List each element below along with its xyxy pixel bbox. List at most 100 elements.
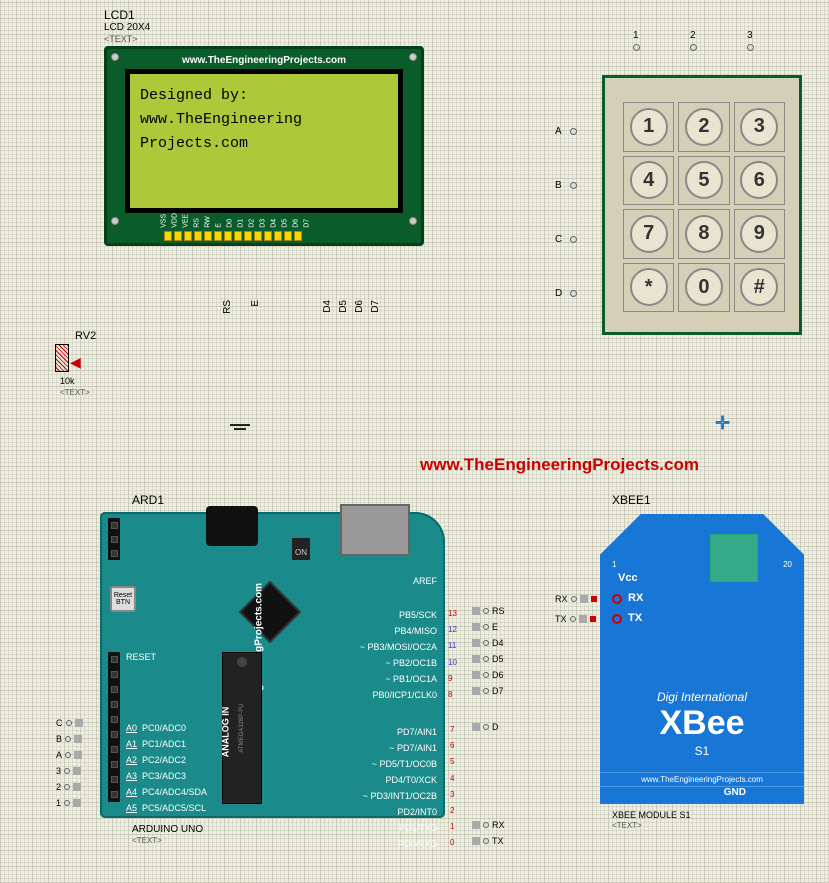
arduino-reset-button[interactable]: Reset BTN — [110, 586, 136, 612]
keypad-key-4[interactable]: 4 — [630, 161, 668, 199]
lcd-brand-url: www.TheEngineeringProjects.com — [182, 55, 346, 66]
rv2-id: RV2 — [75, 330, 96, 342]
cursor-crosshair-icon: ✛ — [715, 413, 730, 434]
rv2-wiper-icon: ◀ — [70, 354, 81, 371]
net-label-d7: D7 — [472, 686, 504, 696]
arduino-aref-label: AREF — [413, 576, 437, 586]
keypad-terminal — [570, 128, 577, 135]
keypad-terminal — [690, 44, 697, 51]
keypad-col-3: 3 — [747, 30, 753, 41]
lcd-line-3: www.TheEngineering — [140, 108, 388, 132]
lcd-line-4: Projects.com — [140, 132, 388, 156]
keypad-key-1[interactable]: 1 — [630, 108, 668, 146]
xbee-vcc-label: Vcc — [618, 572, 638, 584]
keypad-terminal — [570, 290, 577, 297]
wire-label-d6: D6 — [354, 300, 365, 313]
net-label-e: E — [472, 622, 498, 632]
arduino-usb-port — [340, 504, 410, 556]
xbee-text-attr: <TEXT> — [612, 821, 642, 830]
net-label-1: 1 — [56, 798, 81, 808]
keypad-key-star[interactable]: * — [630, 268, 668, 306]
lcd-pin-labels: VSS VDD VEE RS RW E D0 D1 D2 D3 D4 D5 D6… — [160, 213, 311, 228]
lcd-model: LCD 20X4 — [104, 22, 150, 33]
xbee-module[interactable]: 1 20 Vcc RX TX Digi International XBee S… — [600, 514, 804, 804]
arduino-model: ARDUINO UNO — [132, 824, 203, 835]
keypad-key-hash[interactable]: # — [740, 268, 778, 306]
net-label-xbee-rx: RX — [555, 594, 597, 604]
net-label-2: 2 — [56, 782, 81, 792]
arduino-text-attr: <TEXT> — [132, 836, 162, 845]
rv2-text-attr: <TEXT> — [60, 388, 90, 397]
keypad-module[interactable]: 1 2 3 4 5 6 7 8 9 * 0 # — [602, 75, 802, 335]
arduino-analog-pins: A0 PC0/ADC0 A1 PC1/ADC1 A2 PC2/ADC2 A3 P… — [126, 720, 207, 816]
keypad-terminal — [747, 44, 754, 51]
net-label-a: A — [56, 750, 82, 760]
xbee-pin-20: 20 — [783, 560, 792, 569]
arduino-header-left — [108, 652, 120, 802]
arduino-reset-pin-label: RESET — [126, 652, 156, 662]
keypad-key-6[interactable]: 6 — [740, 161, 778, 199]
ground-symbol — [230, 424, 250, 438]
xbee-tx-pin — [612, 614, 622, 624]
xbee-brand-url: www.TheEngineeringProjects.com — [600, 772, 804, 787]
rv2-potentiometer[interactable] — [55, 344, 69, 372]
lcd-module[interactable]: www.TheEngineeringProjects.com Designed … — [104, 46, 424, 246]
arduino-on-led: ON — [292, 538, 310, 560]
arduino-board[interactable]: Reset BTN ON www.TheEngineeringProjects.… — [100, 512, 445, 818]
keypad-terminal — [570, 236, 577, 243]
screw-hole — [111, 217, 119, 225]
net-label-d5: D5 — [472, 654, 504, 664]
arduino-crystal — [239, 581, 301, 643]
arduino-id: ARD1 — [132, 493, 164, 507]
net-label-3: 3 — [56, 766, 81, 776]
keypad-terminal — [570, 182, 577, 189]
keypad-key-9[interactable]: 9 — [740, 215, 778, 253]
keypad-key-0[interactable]: 0 — [685, 268, 723, 306]
xbee-model: XBEE MODULE S1 — [612, 810, 691, 820]
keypad-key-7[interactable]: 7 — [630, 215, 668, 253]
xbee-tx-label: TX — [628, 612, 642, 624]
keypad-row-a: A — [555, 126, 562, 137]
arduino-header-top-left — [108, 518, 120, 560]
xbee-series: S1 — [600, 744, 804, 758]
net-label-xbee-tx: TX — [555, 614, 596, 624]
keypad-key-3[interactable]: 3 — [740, 108, 778, 146]
net-label-rs: RS — [472, 606, 505, 616]
wire-label-d4: D4 — [322, 300, 333, 313]
net-label-rx: RX — [472, 820, 505, 830]
net-label-d: D — [472, 722, 499, 732]
lcd-id: LCD1 — [104, 8, 135, 22]
arduino-digital-pins-top: PB5/SCK PB4/MISO ~ PB3/MOSI/OC2A ~ PB2/O… — [360, 607, 437, 703]
screw-hole — [111, 53, 119, 61]
keypad-row-b: B — [555, 180, 562, 191]
keypad-key-8[interactable]: 8 — [685, 215, 723, 253]
keypad-key-5[interactable]: 5 — [685, 161, 723, 199]
keypad-row-d: D — [555, 288, 562, 299]
wire-label-rs: RS — [222, 300, 233, 314]
xbee-id: XBEE1 — [612, 493, 651, 507]
keypad-row-c: C — [555, 234, 562, 245]
lcd-line-1: Designed by: — [140, 84, 388, 108]
screw-hole — [409, 53, 417, 61]
lcd-pins — [164, 231, 302, 241]
arduino-analog-label: ANALOG IN — [220, 707, 230, 758]
xbee-digi-label: Digi International — [600, 690, 804, 704]
xbee-rx-pin — [612, 594, 622, 604]
arduino-mcu-name: ATMEGA328P-PU — [239, 703, 245, 752]
rv2-value: 10k — [60, 376, 75, 386]
keypad-terminal — [633, 44, 640, 51]
wire-label-d7: D7 — [370, 300, 381, 313]
xbee-gnd-label: GND — [724, 787, 746, 798]
xbee-name: XBee — [600, 704, 804, 743]
wire-label-e: E — [250, 300, 261, 307]
net-label-d6: D6 — [472, 670, 504, 680]
keypad-key-2[interactable]: 2 — [685, 108, 723, 146]
screw-hole — [409, 217, 417, 225]
lcd-text-attr: <TEXT> — [104, 34, 138, 44]
lcd-screen: Designed by: www.TheEngineering Projects… — [125, 69, 403, 213]
keypad-col-1: 1 — [633, 30, 639, 41]
arduino-digital-pins-bottom: PD7/AIN1 ~ PD7/AIN1 ~ PD5/T1/OC0B PD4/T0… — [363, 724, 437, 852]
net-label-c: C — [56, 718, 83, 728]
arduino-barrel-jack — [206, 506, 258, 546]
net-label-tx: TX — [472, 836, 504, 846]
